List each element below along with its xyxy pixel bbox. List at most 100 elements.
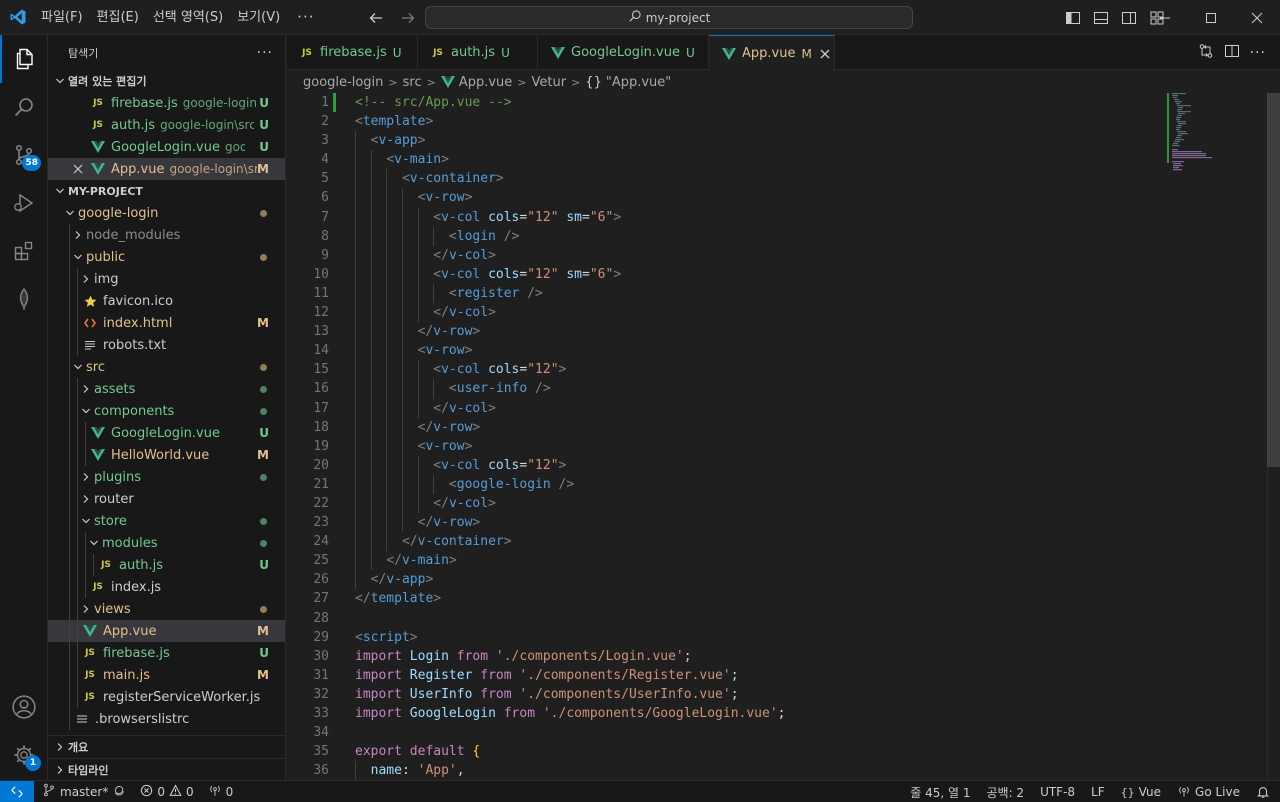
tab-firebase-js[interactable]: JS firebase.js U [287, 35, 418, 70]
tree-folder[interactable]: node_modules [48, 224, 285, 246]
run-debug-icon[interactable] [0, 179, 48, 227]
code-editor[interactable]: 1 <!-- src/App.vue --> 2 <template> 3 <v-app… [287, 93, 1280, 780]
toggle-panel-icon[interactable] [1090, 7, 1112, 29]
tree-folder[interactable]: img [48, 268, 285, 290]
code-line[interactable]: 35 export default { [287, 742, 1167, 761]
search-view-icon[interactable] [0, 83, 48, 131]
code-line[interactable]: 16 <user-info /> [287, 379, 1167, 399]
code-line[interactable]: 14 <v-row> [287, 341, 1167, 361]
command-center-search[interactable]: my-project [425, 6, 913, 29]
code-line[interactable]: 2 <template> [287, 112, 1167, 131]
code-line[interactable]: 32 import UserInfo from './components/Use… [287, 685, 1167, 704]
close-window-icon[interactable] [1234, 0, 1280, 35]
settings-gear-icon[interactable]: 1 [0, 731, 48, 779]
tree-file[interactable]: robots.txt [48, 334, 285, 356]
code-line[interactable]: 1 <!-- src/App.vue --> [287, 93, 1167, 113]
project-section[interactable]: MY-PROJECT [48, 180, 285, 202]
tab-googlelogin-vue[interactable]: GoogleLogin.vue U [538, 35, 709, 70]
remote-indicator-icon[interactable] [0, 780, 34, 802]
go-live-button[interactable]: Go Live [1177, 784, 1240, 801]
ports-status[interactable]: 0 [208, 783, 233, 800]
code-line[interactable]: 20 <v-col cols="12"> [287, 455, 1167, 475]
code-line[interactable]: 23 </v-row> [287, 513, 1167, 533]
toggle-secondary-sidebar-icon[interactable] [1118, 7, 1140, 29]
language-mode[interactable]: {} Vue [1121, 785, 1161, 799]
tree-folder[interactable]: assets [48, 378, 285, 400]
code-line[interactable]: 21 <google-login /> [287, 474, 1167, 494]
end-of-line[interactable]: LF [1091, 785, 1105, 799]
open-editor-item[interactable]: JS auth.js google-login\src\store\modules U [48, 114, 285, 136]
open-editor-item[interactable]: App.vue google-login\src M [48, 158, 285, 180]
tree-folder[interactable]: modules [48, 532, 285, 554]
menu-more-icon[interactable]: ··· [287, 8, 324, 26]
code-line[interactable]: 33 import GoogleLogin from './components/… [287, 704, 1167, 723]
timeline-section[interactable]: 타임라인 [48, 758, 285, 780]
tree-folder[interactable]: router [48, 488, 285, 510]
tree-file[interactable]: App.vue M [48, 620, 285, 642]
open-editor-item[interactable]: JS firebase.js google-login\srcU [48, 92, 285, 114]
code-line[interactable]: 8 <login /> [287, 226, 1167, 246]
tree-folder[interactable]: google-login [48, 202, 285, 224]
code-line[interactable]: 3 <v-app> [287, 131, 1167, 151]
code-lines[interactable]: 1 <!-- src/App.vue --> 2 <template> 3 <v-app… [287, 93, 1167, 780]
open-editor-item[interactable]: GoogleLogin.vue google-login\src\componen… [48, 136, 285, 158]
sync-icon[interactable] [112, 783, 126, 800]
source-control-icon[interactable]: 58 [0, 131, 48, 179]
explorer-more-actions-icon[interactable]: ··· [257, 45, 273, 61]
maximize-icon[interactable] [1188, 0, 1234, 35]
minimize-icon[interactable] [1142, 0, 1188, 35]
tree-file[interactable]: .browserslistrc [48, 708, 285, 730]
code-line[interactable]: 30 import Login from './components/Login.… [287, 647, 1167, 666]
tree-file[interactable]: JS main.js M [48, 664, 285, 686]
tree-file[interactable]: JS registerServiceWorker.js [48, 686, 285, 708]
breadcrumb-item[interactable]: src [403, 75, 422, 90]
code-line[interactable]: 26 </v-app> [287, 570, 1167, 590]
tree-file[interactable]: favicon.ico [48, 290, 285, 312]
cursor-position[interactable]: 줄 45, 열 1 [910, 784, 970, 801]
code-line[interactable]: 7 <v-col cols="12" sm="6"> [287, 207, 1167, 227]
forward-arrow-icon[interactable] [398, 8, 418, 28]
branch-status[interactable]: master* [42, 783, 126, 800]
notifications-bell-icon[interactable] [1256, 785, 1270, 799]
tree-folder[interactable]: public [48, 246, 285, 268]
tab-app-vue[interactable]: App.vue M [709, 35, 835, 71]
outline-section[interactable]: 개요 [48, 736, 285, 758]
tree-file[interactable]: HelloWorld.vue M [48, 444, 285, 466]
tree-folder[interactable]: plugins [48, 466, 285, 488]
tree-folder[interactable]: src [48, 356, 285, 378]
code-line[interactable]: 12 </v-col> [287, 303, 1167, 323]
tree-folder[interactable]: views [48, 598, 285, 620]
tree-file[interactable]: JS auth.js U [48, 554, 285, 576]
tree-file[interactable]: JS firebase.js U [48, 642, 285, 664]
menu-item[interactable]: 선택 영역(S) [146, 0, 230, 35]
code-line[interactable]: 10 <v-col cols="12" sm="6"> [287, 264, 1167, 284]
scrollbar-thumb[interactable] [1267, 93, 1280, 467]
tree-folder[interactable]: store [48, 510, 285, 532]
code-line[interactable]: 13 </v-row> [287, 322, 1167, 342]
code-line[interactable]: 22 </v-col> [287, 493, 1167, 514]
open-editors-section[interactable]: 열려 있는 편집기 [48, 70, 285, 92]
accounts-icon[interactable] [0, 683, 48, 731]
vertical-scrollbar[interactable] [1267, 93, 1280, 780]
mongodb-leaf-icon[interactable] [0, 275, 48, 323]
code-line[interactable]: 27 </template> [287, 589, 1167, 608]
code-line[interactable]: 18 </v-row> [287, 417, 1167, 437]
tree-file[interactable]: GoogleLogin.vue U [48, 422, 285, 444]
close-tab-icon[interactable] [820, 46, 830, 62]
code-line[interactable]: 29 <script> [287, 628, 1167, 647]
code-line[interactable]: 31 import Register from './components/Reg… [287, 666, 1167, 685]
toggle-primary-sidebar-icon[interactable] [1062, 7, 1084, 29]
code-line[interactable]: 36 name: 'App', [287, 761, 1167, 780]
menu-item[interactable]: 보기(V) [230, 0, 287, 35]
tree-file[interactable]: JS index.js [48, 576, 285, 598]
breadcrumb-item[interactable]: google-login [303, 75, 383, 90]
breadcrumb-item[interactable]: App.vue [459, 75, 512, 90]
breadcrumb-item[interactable]: "App.vue" [606, 75, 671, 90]
code-line[interactable]: 4 <v-main> [287, 150, 1167, 170]
split-editor-icon[interactable] [1224, 43, 1240, 63]
close-icon[interactable] [70, 161, 86, 177]
indentation[interactable]: 공백: 2 [986, 784, 1024, 801]
extensions-icon[interactable] [0, 227, 48, 275]
code-line[interactable]: 24 </v-container> [287, 532, 1167, 552]
tab-auth-js[interactable]: JS auth.js U [418, 35, 538, 70]
